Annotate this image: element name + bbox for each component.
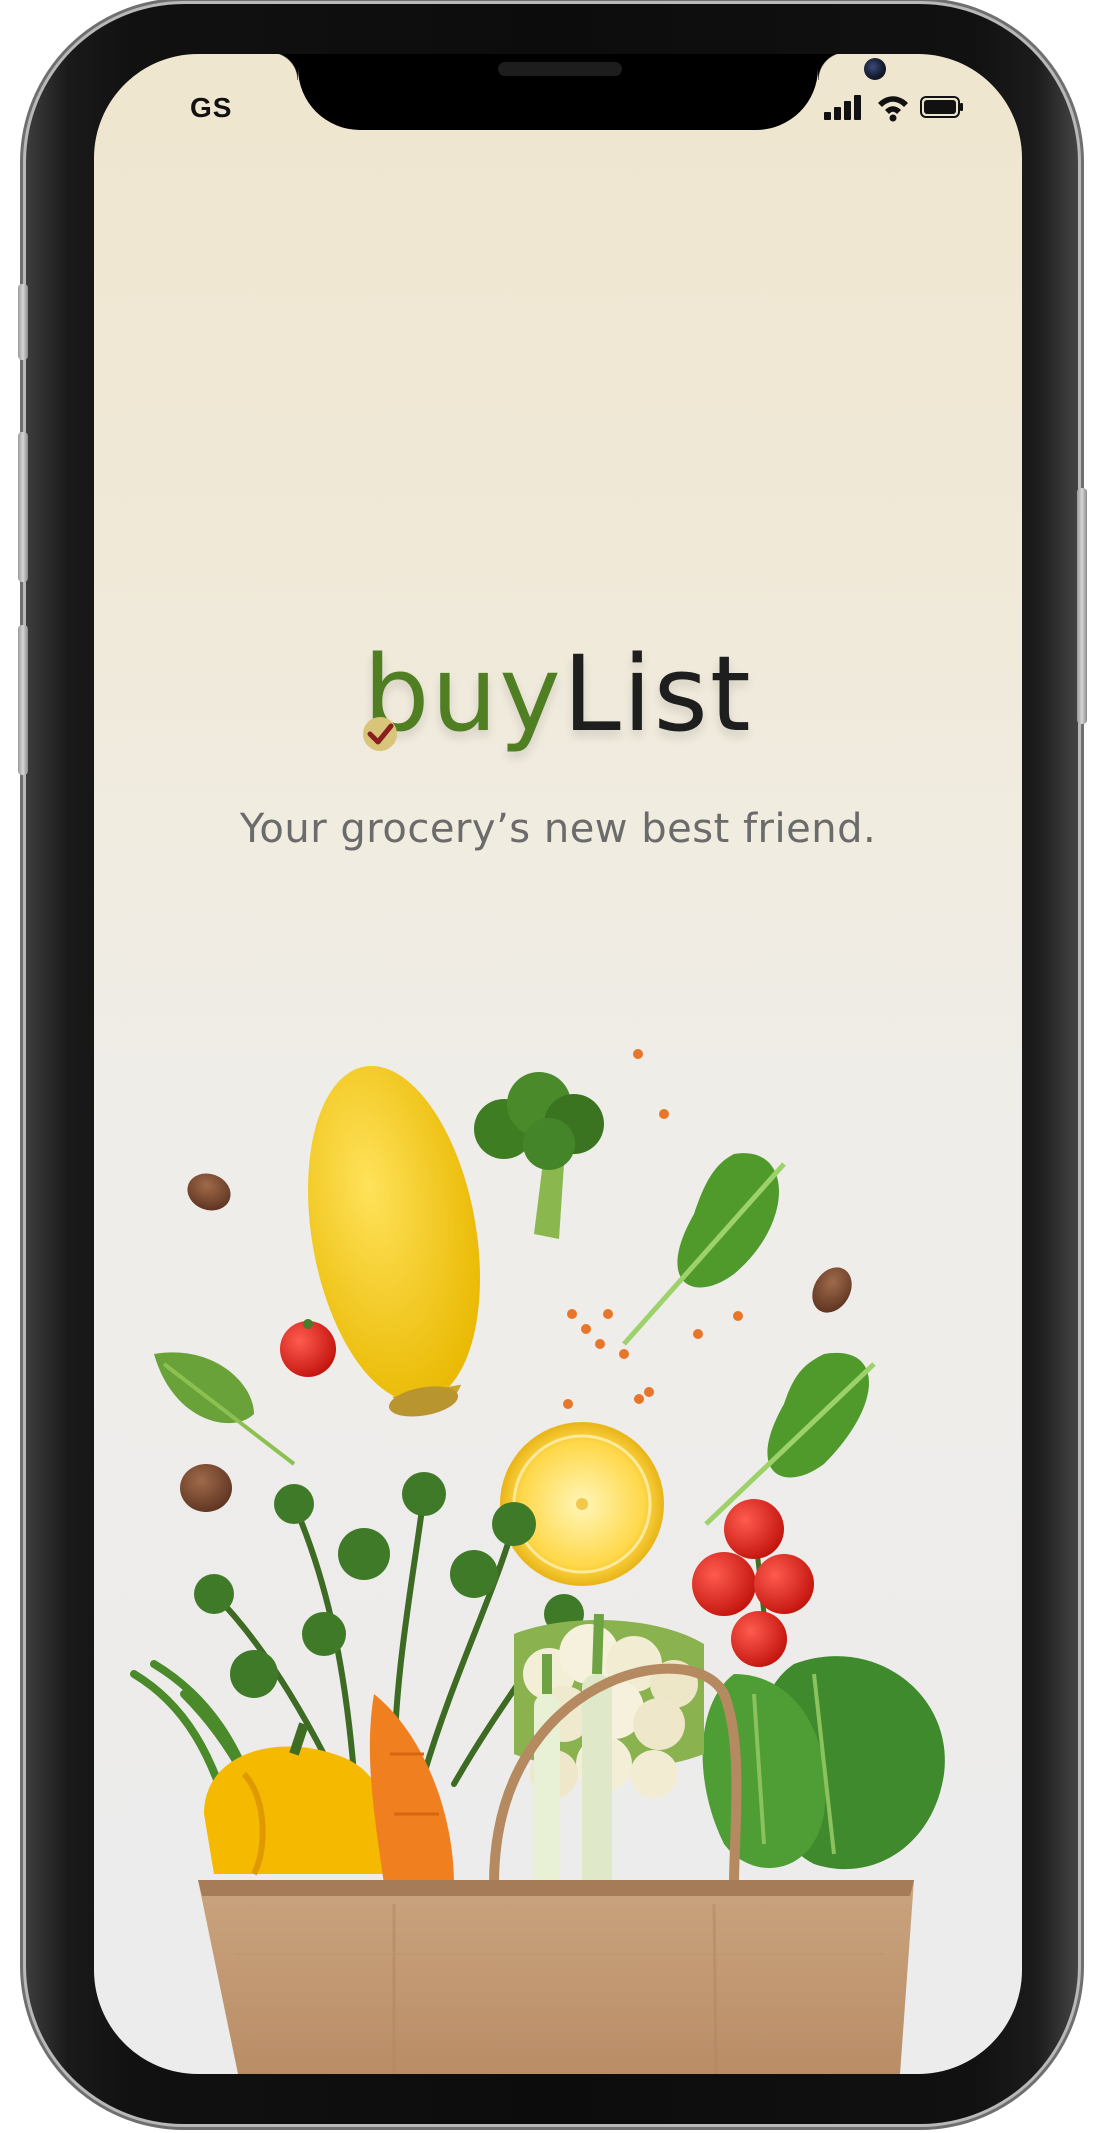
tagline: Your grocery’s new best friend.: [239, 806, 877, 852]
app-logo: buyList: [94, 642, 1022, 746]
volume-down-button: [18, 625, 28, 775]
volume-up-button: [18, 432, 28, 582]
notch: [270, 54, 886, 130]
wifi-icon: [876, 92, 910, 122]
silent-switch: [18, 284, 28, 360]
paper-bag: [198, 1880, 914, 2074]
status-icons: [822, 92, 964, 122]
power-button: [1077, 488, 1087, 724]
status-carrier: GS: [190, 92, 233, 123]
signal-icon: [822, 92, 866, 122]
almond-left: [187, 1173, 231, 1211]
spinach-leaf-left: [154, 1352, 254, 1424]
checkmark-icon: [363, 717, 397, 751]
battery-icon: [920, 96, 964, 118]
splash-screen: GS buyList Your grocery’s new best frien…: [94, 54, 1022, 2074]
earpiece-speaker: [498, 62, 622, 76]
vine-tomatoes: [692, 1499, 814, 1667]
hazelnut: [180, 1464, 232, 1512]
logo-list: List: [562, 633, 753, 755]
grocery-illustration: [130, 1049, 945, 2074]
front-camera: [864, 58, 886, 80]
broccoli: [474, 1072, 604, 1239]
almond-right: [812, 1267, 852, 1313]
cherry-tomato: [280, 1321, 336, 1377]
lemon-half: [500, 1422, 664, 1586]
